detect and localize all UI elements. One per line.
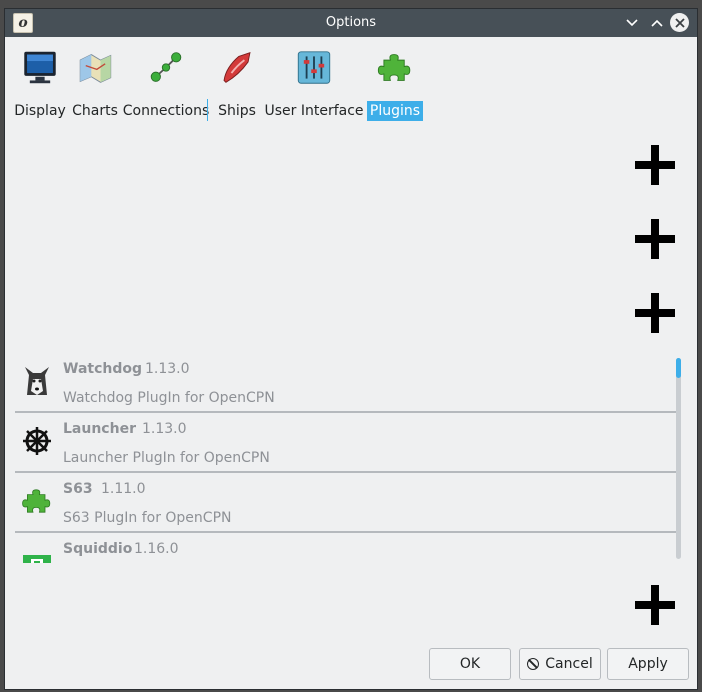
close-button[interactable] [670, 13, 689, 32]
ok-button[interactable]: OK [429, 648, 511, 680]
title-bar[interactable]: o Options [5, 9, 697, 37]
tab-user-interface-label: User Interface [264, 103, 364, 119]
plugin-name: Launcher [63, 421, 136, 437]
plugin-item-squiddio[interactable]: Squiddio 1.16.0 [15, 533, 677, 563]
plugin-item-s63[interactable]: S63 1.11.0 S63 PlugIn for OpenCPN [15, 473, 677, 533]
scrollbar-thumb[interactable] [676, 358, 681, 378]
apply-button[interactable]: Apply [607, 648, 689, 680]
plugin-description: S63 PlugIn for OpenCPN [63, 510, 232, 526]
apply-button-label: Apply [628, 656, 668, 672]
cancel-button[interactable]: Cancel [519, 648, 601, 680]
plugin-list-scrollbar[interactable] [676, 358, 681, 559]
puzzle-icon [22, 489, 51, 513]
charts-icon [79, 54, 112, 83]
tab-connections-label: Connections [122, 103, 210, 119]
options-dialog: o Options Display Charts Connections Shi… [4, 8, 698, 690]
ok-button-label: OK [459, 656, 481, 672]
add-icon[interactable] [635, 145, 675, 185]
tab-plugins-label: Plugins [366, 101, 424, 121]
options-toolbar: Display Charts Connections Ships User In… [5, 37, 697, 123]
tab-display[interactable]: Display [14, 45, 66, 121]
tab-connections[interactable]: Connections [123, 45, 209, 121]
plugin-item-launcher[interactable]: Launcher 1.13.0 Launcher PlugIn for Open… [15, 413, 677, 473]
tab-charts-label: Charts [72, 103, 118, 119]
plugin-name: S63 [63, 481, 93, 497]
tab-ships-label: Ships [218, 103, 256, 119]
tab-display-label: Display [14, 103, 66, 119]
close-icon [674, 17, 685, 28]
plugin-name: Squiddio [63, 541, 133, 557]
minimize-button[interactable] [622, 13, 642, 33]
helm-wheel-icon [23, 427, 51, 455]
connections-icon [150, 52, 182, 82]
puzzle-icon [377, 54, 411, 81]
window-title: Options [325, 15, 377, 30]
plugin-version: 1.16.0 [134, 541, 179, 557]
tab-charts[interactable]: Charts [71, 45, 119, 121]
tab-ships[interactable]: Ships [217, 45, 257, 121]
squiddio-icon [23, 555, 51, 563]
add-icon[interactable] [635, 293, 675, 333]
tab-plugins[interactable]: Plugins [366, 45, 424, 121]
add-icon[interactable] [635, 219, 675, 259]
maximize-button[interactable] [647, 13, 667, 33]
monitor-icon [24, 51, 56, 84]
plugin-description: Launcher PlugIn for OpenCPN [63, 450, 270, 466]
tab-user-interface[interactable]: User Interface [264, 45, 364, 121]
chevron-down-icon [626, 19, 638, 27]
cancel-icon [527, 658, 540, 670]
chevron-up-icon [651, 19, 663, 27]
plugin-version: 1.11.0 [101, 481, 146, 497]
plugin-version: 1.13.0 [142, 421, 187, 437]
ship-icon [223, 52, 251, 83]
sliders-icon [297, 51, 331, 84]
plugin-name: Watchdog [63, 361, 143, 377]
husky-icon [25, 367, 49, 395]
connections-divider [207, 99, 208, 121]
plugin-item-watchdog[interactable]: Watchdog 1.13.0 Watchdog PlugIn for Open… [15, 353, 677, 413]
plugin-description: Watchdog PlugIn for OpenCPN [63, 390, 275, 406]
plugin-list: Watchdog 1.13.0 Watchdog PlugIn for Open… [15, 353, 677, 563]
add-icon[interactable] [635, 585, 675, 625]
plugin-version: 1.13.0 [145, 361, 190, 377]
cancel-button-label: Cancel [545, 656, 593, 672]
